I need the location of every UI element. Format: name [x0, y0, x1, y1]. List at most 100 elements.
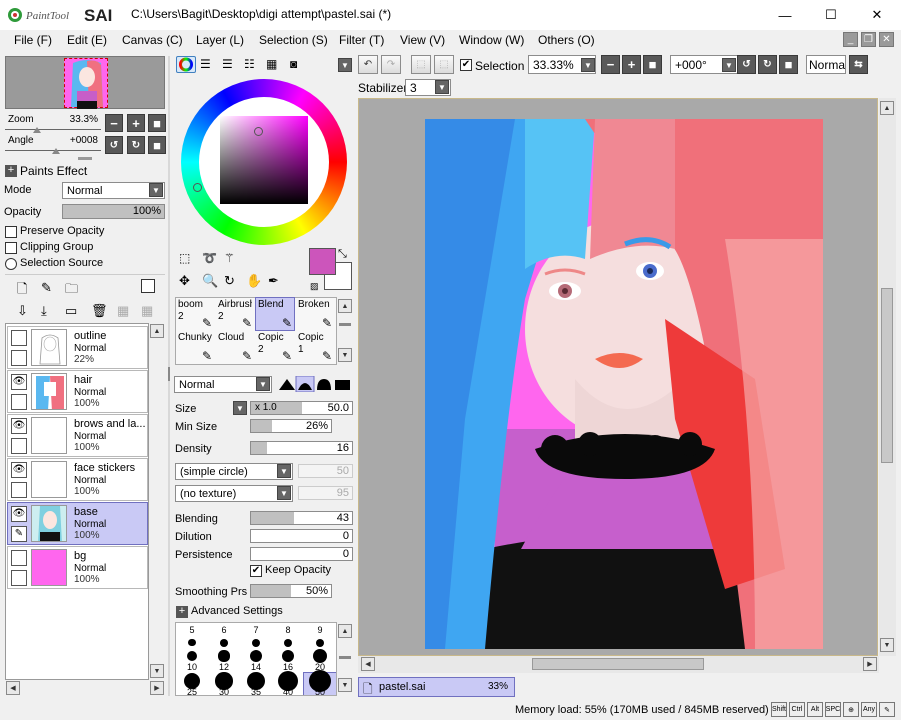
- color-picker-cursor[interactable]: [254, 127, 263, 136]
- scroll-down-icon[interactable]: ▼: [880, 638, 894, 652]
- brush-size-preset[interactable]: 35: [240, 671, 272, 695]
- menu-edit[interactable]: Edit (E): [67, 33, 107, 47]
- keep-opacity-checkbox[interactable]: ✔: [250, 565, 262, 577]
- toolbar-rotate-left-button[interactable]: ↺: [737, 55, 756, 74]
- scroll-left-icon[interactable]: ◀: [361, 657, 375, 671]
- canvas-hscroll-thumb[interactable]: [532, 658, 704, 670]
- visibility-eye-icon[interactable]: [11, 330, 27, 346]
- chevron-down-icon[interactable]: ▼: [277, 464, 291, 478]
- size-grid-scrollbar[interactable]: ▲ ▼: [337, 622, 353, 696]
- invert-selection-button[interactable]: ⬚: [434, 55, 454, 74]
- scroll-right-icon[interactable]: ▶: [863, 657, 877, 671]
- zoom-out-button[interactable]: −: [105, 114, 123, 132]
- menu-window[interactable]: Window (W): [459, 33, 524, 47]
- brush-texture-dropdown[interactable]: (no texture): [175, 485, 293, 502]
- deselect-button[interactable]: ⬚: [411, 55, 431, 74]
- menu-canvas[interactable]: Canvas (C): [122, 33, 183, 47]
- close-button[interactable]: ✕: [854, 0, 900, 30]
- layer-lock-icon[interactable]: [11, 394, 27, 410]
- density-slider[interactable]: 16: [250, 441, 353, 455]
- toolbar-rotate-reset-button[interactable]: ■: [779, 55, 798, 74]
- brush-size-preset[interactable]: 16: [272, 648, 304, 673]
- menu-selection[interactable]: Selection (S): [259, 33, 328, 47]
- toolbar-rotate-right-button[interactable]: ↻: [758, 55, 777, 74]
- scroll-left-icon[interactable]: ◀: [6, 681, 20, 695]
- visibility-eye-icon[interactable]: 👁: [11, 418, 27, 434]
- scroll-up-icon[interactable]: ▲: [150, 324, 164, 338]
- hand-icon[interactable]: ✋: [246, 273, 262, 289]
- rotate-left-button[interactable]: ↺: [105, 136, 123, 154]
- scroll-up-icon[interactable]: ▲: [880, 101, 894, 115]
- layer-lock-icon[interactable]: [11, 482, 27, 498]
- brush-scrollbar[interactable]: ▲ ▼: [337, 297, 353, 365]
- hue-cursor[interactable]: [193, 183, 202, 192]
- canvas-tab[interactable]: 🗋 pastel.sai 33%: [358, 677, 515, 697]
- primary-color-swatch[interactable]: [309, 248, 336, 275]
- canvas-vscrollbar[interactable]: ▲ ▼: [879, 98, 896, 656]
- layer-lock-icon[interactable]: [11, 438, 27, 454]
- scroll-up-icon[interactable]: ▲: [338, 624, 352, 638]
- layer-row[interactable]: 👁 ✎ base Normal 100%: [7, 502, 148, 545]
- size-slider[interactable]: x 1.0 50.0: [250, 401, 353, 415]
- swap-colors-icon[interactable]: ⤡: [338, 248, 347, 261]
- scroll-down-icon[interactable]: ▼: [338, 348, 352, 362]
- canvas-hscrollbar[interactable]: ◀ ▶: [358, 656, 879, 673]
- brush-size-preset[interactable]: 8: [272, 623, 304, 648]
- zoom-in-button[interactable]: +: [127, 114, 145, 132]
- brush-tool[interactable]: Cloud ✎: [216, 331, 254, 363]
- rgb-slider-tab[interactable]: ☰: [200, 57, 211, 71]
- brush-tool[interactable]: Copic 2 ✎: [256, 331, 294, 363]
- chevron-down-icon[interactable]: ▼: [149, 183, 163, 197]
- layer-lock-icon[interactable]: [11, 350, 27, 366]
- layer-row[interactable]: bg Normal 100%: [7, 546, 148, 589]
- selection-visibility-checkbox[interactable]: ✔: [460, 59, 472, 71]
- scroll-up-icon[interactable]: ▲: [338, 299, 352, 313]
- visibility-eye-icon[interactable]: [11, 550, 27, 566]
- chevron-down-icon[interactable]: ▼: [256, 377, 270, 391]
- lasso-icon[interactable]: ➰: [202, 251, 217, 265]
- toolbar-zoom-out-button[interactable]: −: [601, 55, 620, 74]
- saturation-value-square[interactable]: [220, 116, 308, 204]
- color-wheel-tab[interactable]: [176, 56, 196, 73]
- view-blend-dropdown[interactable]: Normal: [806, 55, 846, 74]
- mdi-close-button[interactable]: ✕: [879, 32, 894, 47]
- brush-size-preset[interactable]: 5: [176, 623, 208, 648]
- menu-file[interactable]: File (F): [14, 33, 52, 47]
- menu-filter[interactable]: Filter (T): [339, 33, 384, 47]
- menu-layer[interactable]: Layer (L): [196, 33, 244, 47]
- dilution-slider[interactable]: 0: [250, 529, 353, 543]
- menu-view[interactable]: View (V): [400, 33, 445, 47]
- blending-slider[interactable]: 43: [250, 511, 353, 525]
- eyedropper-icon[interactable]: ✒: [268, 273, 279, 289]
- rotate-reset-button[interactable]: ■: [148, 136, 166, 154]
- layer-hscrollbar[interactable]: ◀ ▶: [5, 680, 165, 696]
- canvas-vscroll-thumb[interactable]: [881, 288, 893, 463]
- undo-button[interactable]: ↶: [358, 55, 378, 74]
- mdi-restore-button[interactable]: ❐: [861, 32, 876, 47]
- color-wheel[interactable]: [181, 79, 347, 245]
- scroll-down-icon[interactable]: ▼: [150, 664, 164, 678]
- zoom-slider[interactable]: Zoom 33.3%: [5, 114, 101, 133]
- texture-strength-slider[interactable]: 95: [298, 486, 353, 500]
- brush-size-preset[interactable]: 14: [240, 648, 272, 673]
- scroll-down-icon[interactable]: ▼: [338, 678, 352, 692]
- canvas-artwork[interactable]: [425, 119, 823, 649]
- min-size-slider[interactable]: 26%: [250, 419, 332, 433]
- smoothing-slider[interactable]: 50%: [250, 584, 332, 598]
- layer-scrollbar[interactable]: ▲ ▼: [149, 323, 165, 680]
- scroll-right-icon[interactable]: ▶: [150, 681, 164, 695]
- canvas-viewport[interactable]: [358, 98, 878, 656]
- advanced-settings-label[interactable]: Advanced Settings: [191, 605, 283, 617]
- layer-row[interactable]: 👁 hair Normal 100%: [7, 370, 148, 413]
- chevron-down-icon[interactable]: ▼: [435, 80, 449, 94]
- brush-size-preset[interactable]: 30: [208, 672, 240, 695]
- size-multiplier-dropdown[interactable]: ▼: [233, 401, 247, 415]
- menu-others[interactable]: Others (O): [538, 33, 595, 47]
- new-linework-layer-icon[interactable]: ✎: [41, 280, 52, 296]
- color-mix-tab[interactable]: ☷: [244, 57, 255, 71]
- delete-layer-icon[interactable]: 🗑: [91, 303, 108, 319]
- brush-tool[interactable]: Chunky ✎: [176, 331, 214, 363]
- brush-tool[interactable]: Broken Chalk ✎: [296, 298, 334, 330]
- hsv-slider-tab[interactable]: ☰: [222, 57, 233, 71]
- flip-view-button[interactable]: ⇆: [849, 55, 868, 74]
